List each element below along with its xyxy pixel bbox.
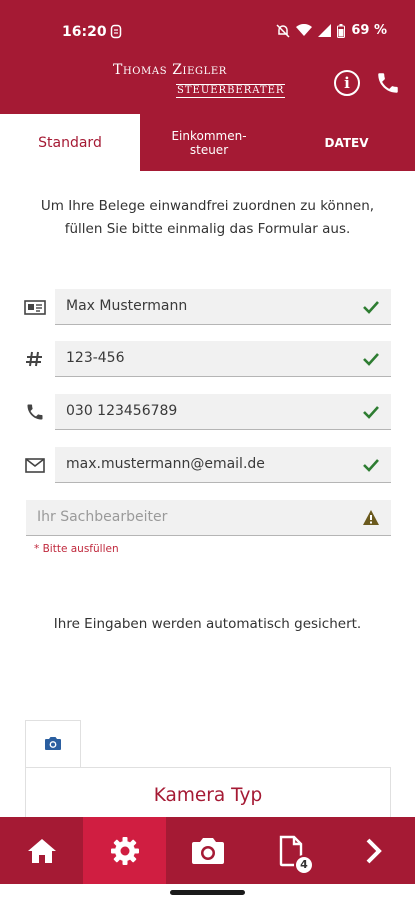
warning-icon (363, 510, 379, 525)
form-row-number: 123-456 (0, 341, 415, 377)
bottom-nav (0, 817, 415, 884)
number-value: 123-456 (66, 350, 125, 366)
signal-icon (318, 24, 332, 37)
camera-title: Kamera Typ (153, 785, 263, 806)
status-time: 16:20 (62, 24, 107, 40)
id-card-icon (24, 300, 46, 315)
battery-level: 69 % (351, 23, 387, 38)
battery-icon (337, 23, 346, 38)
check-icon (363, 301, 379, 314)
phone-icon (27, 404, 43, 420)
number-field[interactable]: 123-456 (55, 341, 391, 377)
agent-field[interactable]: Ihr Sachbearbeiter (26, 500, 391, 536)
envelope-icon (25, 458, 45, 473)
form-row-phone: 030 123456789 (0, 394, 415, 430)
phone-icon[interactable] (375, 70, 401, 96)
autosave-text: Ihre Eingaben werden automatisch gesiche… (53, 616, 362, 632)
nav-next[interactable] (332, 817, 415, 884)
camera-icon (45, 737, 61, 750)
phone-value: 030 123456789 (66, 403, 178, 419)
nav-documents[interactable] (249, 817, 332, 884)
tab-bar: Standard Einkommen- steuer DATEV (0, 114, 415, 171)
form-row-name: Max Mustermann (0, 289, 415, 325)
tab-standard[interactable]: Standard (0, 114, 140, 171)
chevron-right-icon (366, 838, 382, 863)
home-gesture-pill[interactable] (170, 890, 245, 895)
nav-settings[interactable] (83, 817, 166, 884)
email-value: max.mustermann@email.de (66, 456, 265, 472)
check-icon (363, 459, 379, 472)
check-icon (363, 353, 379, 366)
nav-home[interactable] (0, 817, 83, 884)
app-header: Thomas Ziegler STEUERBERATER i (0, 62, 415, 114)
tab-datev[interactable]: DATEV (278, 114, 415, 171)
sim-icon (110, 24, 122, 39)
home-icon (27, 838, 56, 863)
agent-placeholder: Ihr Sachbearbeiter (37, 509, 168, 525)
tab-einkommensteuer[interactable]: Einkommen- steuer (140, 114, 278, 171)
brand-name: Thomas Ziegler (113, 62, 227, 78)
form-row-email: max.mustermann@email.de (0, 447, 415, 483)
wifi-icon (296, 24, 313, 36)
camera-icon (191, 837, 224, 864)
tab-einkommensteuer-label: Einkommen- steuer (171, 128, 247, 157)
hash-icon (26, 351, 42, 367)
intro-text: Um Ihre Belege einwandfrei zuordnen zu k… (40, 198, 375, 237)
check-icon (363, 406, 379, 419)
system-nav-bar (0, 884, 415, 900)
status-bar: 16:20 69 % (0, 0, 415, 62)
required-hint: * Bitte ausfüllen (34, 543, 119, 555)
name-field[interactable]: Max Mustermann (55, 289, 391, 325)
mute-icon (276, 23, 290, 38)
email-field[interactable]: max.mustermann@email.de (55, 447, 391, 483)
document-count-badge: 4 (294, 855, 314, 875)
gear-icon (110, 836, 139, 865)
nav-camera[interactable] (166, 817, 249, 884)
form-row-agent: Ihr Sachbearbeiter (0, 500, 415, 536)
name-value: Max Mustermann (66, 298, 188, 314)
camera-tab[interactable] (25, 720, 81, 768)
info-icon[interactable]: i (334, 70, 360, 96)
brand-subtitle: STEUERBERATER (176, 84, 286, 98)
phone-field[interactable]: 030 123456789 (55, 394, 391, 430)
